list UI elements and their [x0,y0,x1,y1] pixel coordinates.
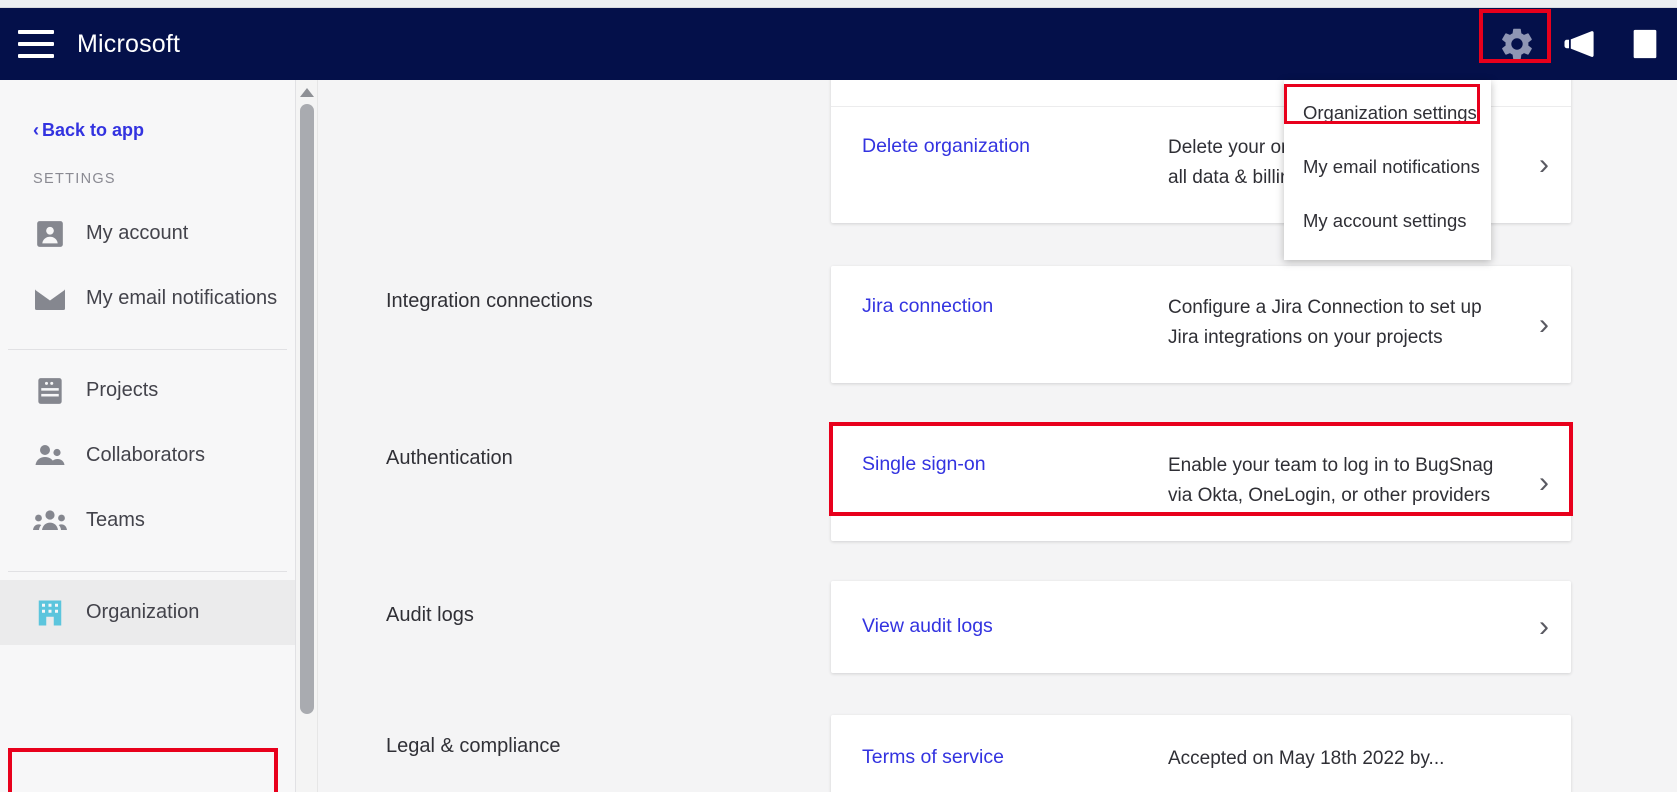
organization-item-highlight [8,748,278,792]
chevron-right-icon[interactable]: › [1539,467,1549,498]
legal-compliance-card: Terms of service Accepted on May 18th 20… [831,715,1571,792]
dropdown-item-my-email-notifications[interactable]: My email notifications [1284,140,1491,194]
delete-organization-link[interactable]: Delete organization [862,133,1168,159]
sidebar-scrollbar[interactable] [296,80,318,792]
sidebar-item-projects[interactable]: Projects [0,358,295,423]
scroll-up-arrow-icon[interactable] [300,88,314,97]
envelope-icon [33,282,67,316]
partial-desc [1168,80,1173,92]
table-row[interactable]: Terms of service Accepted on May 18th 20… [831,715,1571,792]
terms-of-service-desc: Accepted on May 18th 2022 by... [1168,748,1445,769]
desc-line-2: via Okta, OneLogin, or other providers [1168,485,1491,506]
jira-connection-link[interactable]: Jira connection [862,293,1168,319]
top-navigation-bar: Microsoft [0,8,1677,80]
user-icon [33,217,67,251]
building-icon [33,596,67,630]
topnav-actions [1479,8,1677,80]
partial-link[interactable] [862,80,1168,88]
sidebar-item-collaborators[interactable]: Collaborators [0,423,295,488]
back-to-app-label: Back to app [42,120,145,140]
settings-dropdown-menu: Organization settings My email notificat… [1284,80,1491,260]
authentication-card: Single sign-on Enable your team to log i… [831,424,1571,541]
sidebar-item-label: My account [86,222,189,244]
view-audit-logs-link[interactable]: View audit logs [862,613,1168,639]
table-row[interactable]: Jira connection Configure a Jira Connect… [831,266,1571,383]
sidebar-divider [8,571,287,572]
brand-title: Microsoft [77,29,181,58]
book-icon[interactable] [1613,12,1677,76]
audit-logs-card: View audit logs › [831,581,1571,673]
projects-icon [33,374,67,408]
back-to-app-link[interactable]: ‹ Back to app [0,80,144,141]
terms-of-service-link[interactable]: Terms of service [862,744,1168,770]
sidebar-item-label: Collaborators [86,444,205,466]
sidebar-item-label: My email notifications [86,287,278,309]
sidebar-item-teams[interactable]: Teams [0,488,295,553]
settings-sidebar: ‹ Back to app SETTINGS My account My emai… [0,80,296,792]
sidebar-item-my-account[interactable]: My account [0,201,295,266]
sidebar-item-my-email-notifications[interactable]: My email notifications [0,266,295,331]
scroll-thumb[interactable] [300,104,314,714]
integration-connections-card: Jira connection Configure a Jira Connect… [831,266,1571,383]
dropdown-item-organization-settings[interactable]: Organization settings [1284,86,1491,140]
teams-icon [33,504,67,538]
sidebar-item-organization[interactable]: Organization [0,580,295,645]
chevron-right-icon[interactable]: › [1539,309,1549,340]
megaphone-icon[interactable] [1549,12,1613,76]
sidebar-divider [8,349,287,350]
section-label-legal-compliance: Legal & compliance [386,735,561,757]
back-chevron-icon: ‹ [33,120,39,140]
sidebar-nav-list: My account My email notifications Projec… [0,201,295,645]
chevron-right-icon[interactable]: › [1539,150,1549,180]
sidebar-item-label: Projects [86,379,159,401]
desc-line-1: Enable your team to log in to BugSnag [1168,455,1494,476]
chevron-right-icon[interactable]: › [1539,612,1549,642]
jira-connection-desc: Configure a Jira Connection to set up Ji… [1168,293,1482,353]
sidebar-item-label: Organization [86,601,200,623]
dropdown-item-my-account-settings[interactable]: My account settings [1284,194,1491,248]
desc-line-2: Jira integrations on your projects [1168,327,1443,348]
desc-line-1: Configure a Jira Connection to set up [1168,297,1482,318]
hamburger-menu-icon[interactable] [8,16,64,72]
sidebar-section-label: SETTINGS [33,171,116,187]
single-sign-on-desc: Enable your team to log in to BugSnag vi… [1168,451,1493,511]
sidebar-item-label: Teams [86,509,145,531]
gear-icon[interactable] [1479,9,1551,76]
table-row[interactable]: View audit logs › [831,581,1571,673]
single-sign-on-link[interactable]: Single sign-on [862,451,1168,477]
section-label-integration-connections: Integration connections [386,290,593,312]
section-label-authentication: Authentication [386,447,513,469]
browser-chrome-strip [0,0,1677,8]
collaborators-icon [33,439,67,473]
table-row[interactable]: Single sign-on Enable your team to log i… [831,424,1571,541]
section-label-audit-logs: Audit logs [386,604,474,626]
